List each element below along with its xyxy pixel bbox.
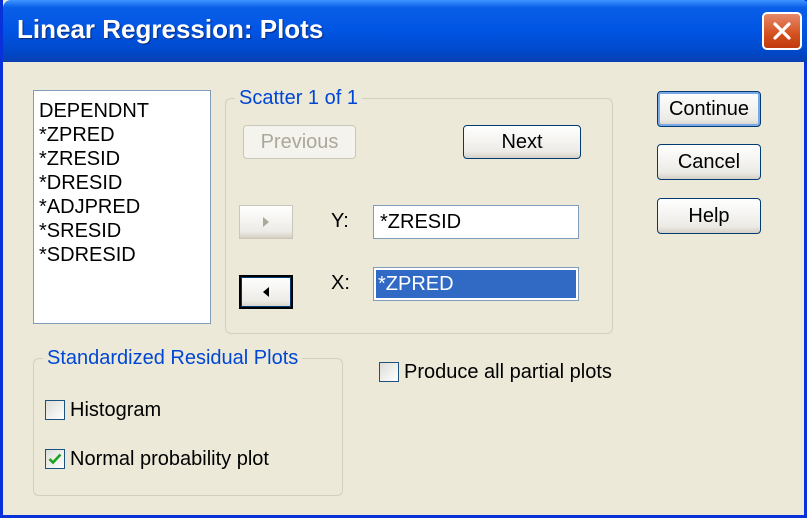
x-axis-field-value: *ZPRED <box>376 270 576 298</box>
normal-probability-label: Normal probability plot <box>70 448 269 470</box>
list-item[interactable]: *SDRESID <box>39 243 210 267</box>
partial-plots-option[interactable]: Produce all partial plots <box>379 360 612 384</box>
title-bar[interactable]: Linear Regression: Plots <box>3 0 807 62</box>
dialog-window: Linear Regression: Plots DEPENDNT *ZPRED… <box>0 0 807 518</box>
cancel-button[interactable]: Cancel <box>657 144 761 180</box>
x-axis-label: X: <box>331 272 350 294</box>
partial-plots-checkbox[interactable] <box>379 362 399 382</box>
close-button[interactable] <box>762 12 802 50</box>
list-item[interactable]: *ZRESID <box>39 147 210 171</box>
residual-plots-legend: Standardized Residual Plots <box>43 347 303 369</box>
scatter-group-legend: Scatter 1 of 1 <box>235 87 362 109</box>
list-item[interactable]: *ZPRED <box>39 123 210 147</box>
list-item[interactable]: *SRESID <box>39 219 210 243</box>
previous-button[interactable]: Previous <box>243 125 356 159</box>
arrow-right-icon <box>263 217 269 227</box>
move-to-x-button[interactable] <box>239 275 293 309</box>
checkmark-icon <box>48 453 62 465</box>
dialog-body: DEPENDNT *ZPRED *ZRESID *DRESID *ADJPRED… <box>3 62 807 518</box>
continue-button[interactable]: Continue <box>657 91 761 127</box>
y-axis-label: Y: <box>331 210 349 232</box>
histogram-option[interactable]: Histogram <box>45 398 161 422</box>
arrow-left-icon <box>263 287 269 297</box>
help-button[interactable]: Help <box>657 198 761 234</box>
close-icon <box>773 22 791 40</box>
variable-list[interactable]: DEPENDNT *ZPRED *ZRESID *DRESID *ADJPRED… <box>33 90 211 324</box>
normal-probability-checkbox[interactable] <box>45 449 65 469</box>
window-title: Linear Regression: Plots <box>17 14 324 44</box>
x-axis-field[interactable]: *ZPRED <box>373 267 579 301</box>
residual-plots-group <box>33 358 343 496</box>
list-item[interactable]: *DRESID <box>39 171 210 195</box>
list-item[interactable]: DEPENDNT <box>39 99 210 123</box>
partial-plots-label: Produce all partial plots <box>404 361 612 383</box>
histogram-checkbox[interactable] <box>45 400 65 420</box>
y-axis-field[interactable]: *ZRESID <box>373 205 579 239</box>
next-button[interactable]: Next <box>463 125 581 159</box>
move-to-y-button[interactable] <box>239 205 293 239</box>
histogram-label: Histogram <box>70 399 162 421</box>
normal-probability-option[interactable]: Normal probability plot <box>45 447 269 471</box>
list-item[interactable]: *ADJPRED <box>39 195 210 219</box>
